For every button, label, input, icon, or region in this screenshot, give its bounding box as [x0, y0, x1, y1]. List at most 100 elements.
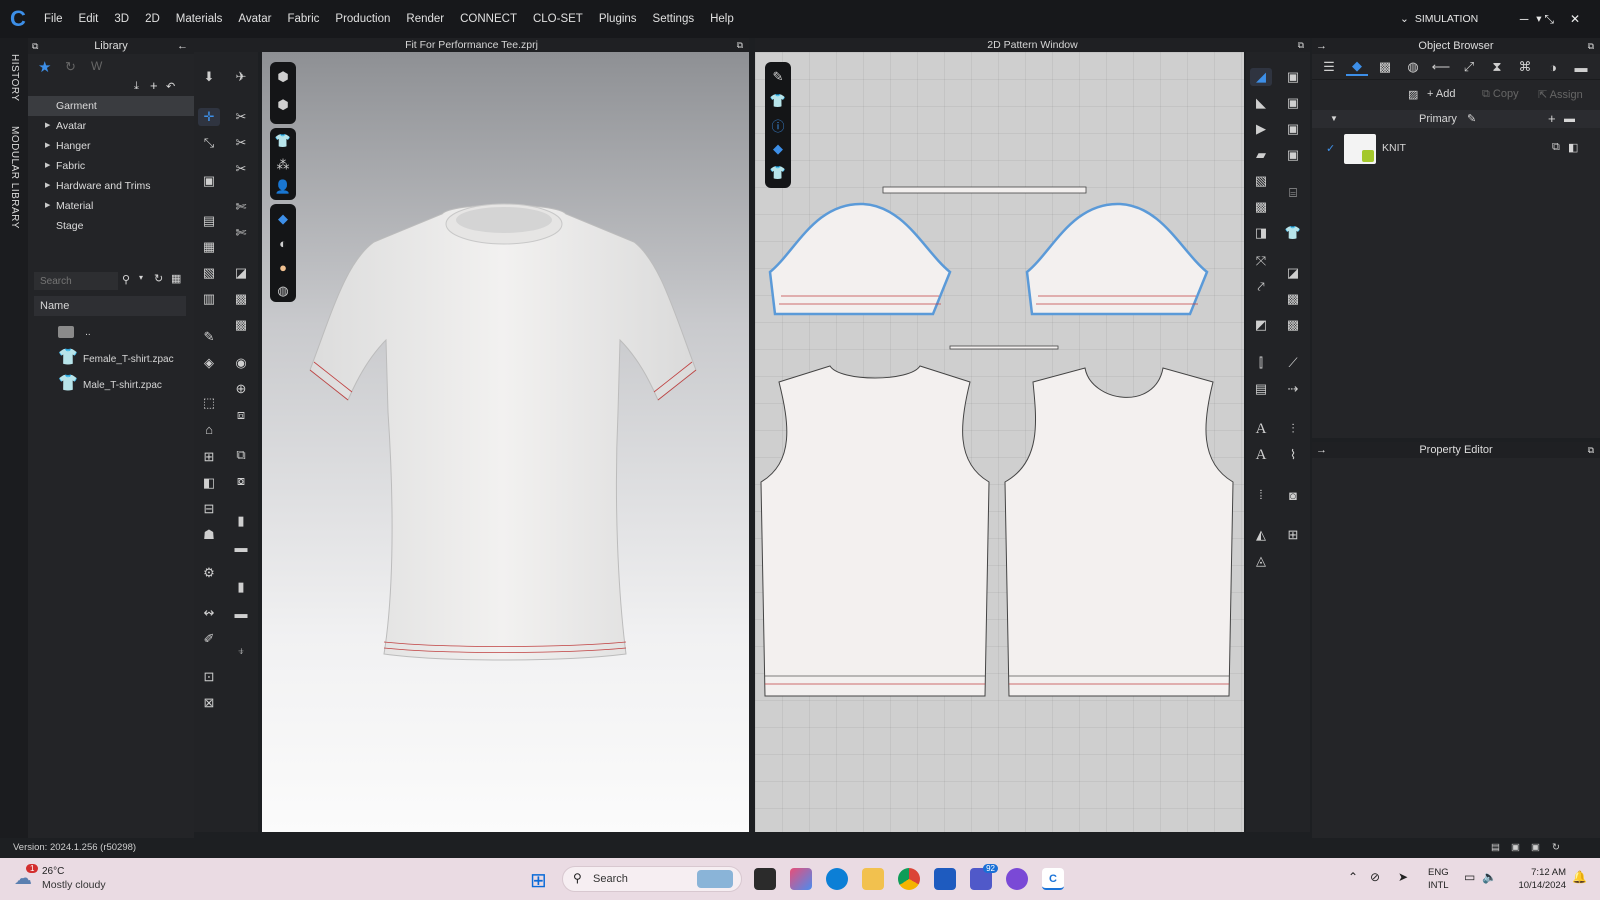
menu-clo-set[interactable]: CLO-SET	[525, 13, 591, 25]
topstitch-tab-icon[interactable]: ⤢	[1458, 58, 1480, 76]
float-icon[interactable]: ⧉	[32, 38, 38, 54]
edit-icon[interactable]: ✎	[1467, 110, 1476, 128]
refresh-icon[interactable]: ↻	[65, 59, 76, 75]
text-tool-icon[interactable]: A	[1250, 420, 1272, 438]
tool-icon[interactable]: ◪	[230, 264, 252, 282]
tool-icon[interactable]: ▰	[1250, 146, 1272, 164]
menu-fabric[interactable]: Fabric	[279, 13, 327, 25]
menu-edit[interactable]: Edit	[71, 13, 107, 25]
tool-icon[interactable]: ⌇	[1282, 446, 1304, 464]
tool-icon[interactable]: ▮	[230, 512, 252, 530]
search-icon[interactable]: ⚲	[122, 273, 130, 286]
tool-icon[interactable]: ▧	[1250, 172, 1272, 190]
group-header[interactable]: ▼ Primary ✎ + ▬	[1312, 110, 1600, 128]
tool-icon[interactable]: ▩	[230, 290, 252, 308]
tool-icon[interactable]: ◨	[1250, 224, 1272, 242]
move-tool-icon[interactable]: ✛	[198, 108, 220, 126]
tool-icon[interactable]: ⊞	[1282, 526, 1304, 544]
tool-icon[interactable]: ▣	[1282, 94, 1304, 112]
list-item[interactable]: ..	[58, 321, 91, 343]
tree-item-fabric[interactable]: ▶ Fabric	[28, 156, 194, 176]
copilot-icon[interactable]	[790, 868, 812, 890]
tool-icon[interactable]: ⌸	[1282, 184, 1304, 202]
float-icon[interactable]: ⧉	[737, 38, 743, 52]
tree-item-material[interactable]: ▶ Material	[28, 196, 194, 216]
clo3d-active-icon[interactable]: C	[1042, 868, 1064, 890]
tool-icon[interactable]: ◧	[198, 474, 220, 492]
file-explorer-icon[interactable]	[862, 868, 884, 890]
tool-icon[interactable]: ⬇	[198, 68, 220, 86]
layout-icon[interactable]: ▤	[1491, 838, 1500, 858]
fabric-tab-icon[interactable]: ◆	[1346, 58, 1368, 76]
layout-3d-icon[interactable]: ▣	[1511, 838, 1520, 858]
tool-icon[interactable]: ✂	[230, 134, 252, 152]
tool-icon[interactable]: ◭	[1250, 526, 1272, 544]
tool-icon[interactable]: ✂	[230, 108, 252, 126]
minimize-icon[interactable]: ─	[1520, 12, 1529, 26]
tool-icon[interactable]: ⊠	[198, 694, 220, 712]
list-icon[interactable]: ☰	[1318, 58, 1340, 76]
expand-arrow-icon[interactable]: ▶	[45, 116, 50, 136]
tool-icon[interactable]: ▣	[1282, 120, 1304, 138]
refresh-icon[interactable]: ↻	[154, 272, 163, 285]
text-tool-icon[interactable]: A	[1250, 446, 1272, 464]
add-icon[interactable]: +	[1548, 110, 1556, 128]
tool-icon[interactable]: ⇢	[1282, 380, 1304, 398]
tool-icon[interactable]: ⤡	[198, 134, 220, 152]
layout-2d-icon[interactable]: ▣	[1531, 838, 1540, 858]
column-header[interactable]: Name	[34, 296, 186, 316]
float-icon[interactable]: ⧉	[1298, 38, 1304, 52]
expand-arrow-icon[interactable]: ▶	[45, 136, 50, 156]
tool-icon[interactable]: ▬	[230, 538, 252, 556]
tab-icon[interactable]: ▬	[1570, 58, 1592, 76]
tool-icon[interactable]: ↭	[198, 604, 220, 622]
add-button[interactable]: + Add	[1427, 88, 1455, 100]
tool-icon[interactable]: ◣	[1250, 94, 1272, 112]
tool-icon[interactable]: ⫿	[1250, 354, 1272, 372]
tool-icon[interactable]: ✐	[198, 630, 220, 648]
viewport-3d[interactable]: ⬢ ⬢ 👕 ⁂ 👤 ◆ ◐ ● ◍	[262, 52, 749, 832]
edge-icon[interactable]	[826, 868, 848, 890]
tree-item-hanger[interactable]: ▶ Hanger	[28, 136, 194, 156]
tool-icon[interactable]: ⍖	[230, 642, 252, 660]
tree-item-avatar[interactable]: ▶ Avatar	[28, 116, 194, 136]
tool-icon[interactable]: ⦙	[1250, 486, 1272, 504]
trim-tab-icon[interactable]: ⌘	[1514, 58, 1536, 76]
tool-icon[interactable]: ▤	[1250, 380, 1272, 398]
brand-icon[interactable]: W	[91, 59, 102, 73]
restore-icon[interactable]: ⤡	[1544, 12, 1554, 27]
tool-icon[interactable]: ✂	[230, 160, 252, 178]
tool-icon[interactable]: ☗	[198, 526, 220, 544]
tool-icon[interactable]: ◙	[1282, 486, 1304, 504]
refresh-icon[interactable]: ↻	[1552, 838, 1560, 858]
grid-view-icon[interactable]: ▦	[171, 272, 181, 285]
collapse-left-icon[interactable]: ←	[177, 38, 188, 54]
undo-icon[interactable]: ↶	[166, 80, 175, 93]
notification-bell-icon[interactable]: 🔔	[1572, 870, 1587, 884]
edit-pattern-icon[interactable]: ◢	[1250, 68, 1272, 86]
tree-item-hardware[interactable]: ▶ Hardware and Trims	[28, 176, 194, 196]
expand-icon[interactable]: →	[1316, 38, 1327, 54]
chevron-up-icon[interactable]: ⌃	[1348, 870, 1358, 884]
menu-plugins[interactable]: Plugins	[591, 13, 645, 25]
language-indicator[interactable]: ENG INTL	[1428, 866, 1449, 892]
expand-icon[interactable]: →	[1316, 442, 1327, 458]
tool-icon[interactable]: ▣	[198, 172, 220, 190]
menu-3d[interactable]: 3D	[106, 13, 137, 25]
texture-tab-icon[interactable]: ▩	[1374, 58, 1396, 76]
task-view-icon[interactable]	[754, 868, 776, 890]
tool-icon[interactable]: ⬚	[198, 394, 220, 412]
folder-icon[interactable]: ▬	[1564, 110, 1575, 128]
tool-icon[interactable]: ⊡	[198, 668, 220, 686]
check-icon[interactable]: ✓	[1326, 142, 1335, 155]
garment-icon[interactable]: 👕	[1282, 224, 1304, 242]
tab-history[interactable]: HISTORY	[9, 54, 20, 102]
location-icon[interactable]: ➤	[1398, 870, 1408, 884]
taskbar-search[interactable]: ⚲ Search	[562, 866, 742, 892]
assign-button[interactable]: ⇱ Assign	[1538, 88, 1583, 101]
tool-icon[interactable]: ▶	[1250, 120, 1272, 138]
tool-icon[interactable]: ✈	[230, 68, 252, 86]
list-item[interactable]: 👕 Male_T-shirt.zpac	[58, 373, 162, 395]
tab-icon[interactable]: ◑	[1542, 58, 1564, 76]
expand-arrow-icon[interactable]: ▶	[45, 196, 50, 216]
